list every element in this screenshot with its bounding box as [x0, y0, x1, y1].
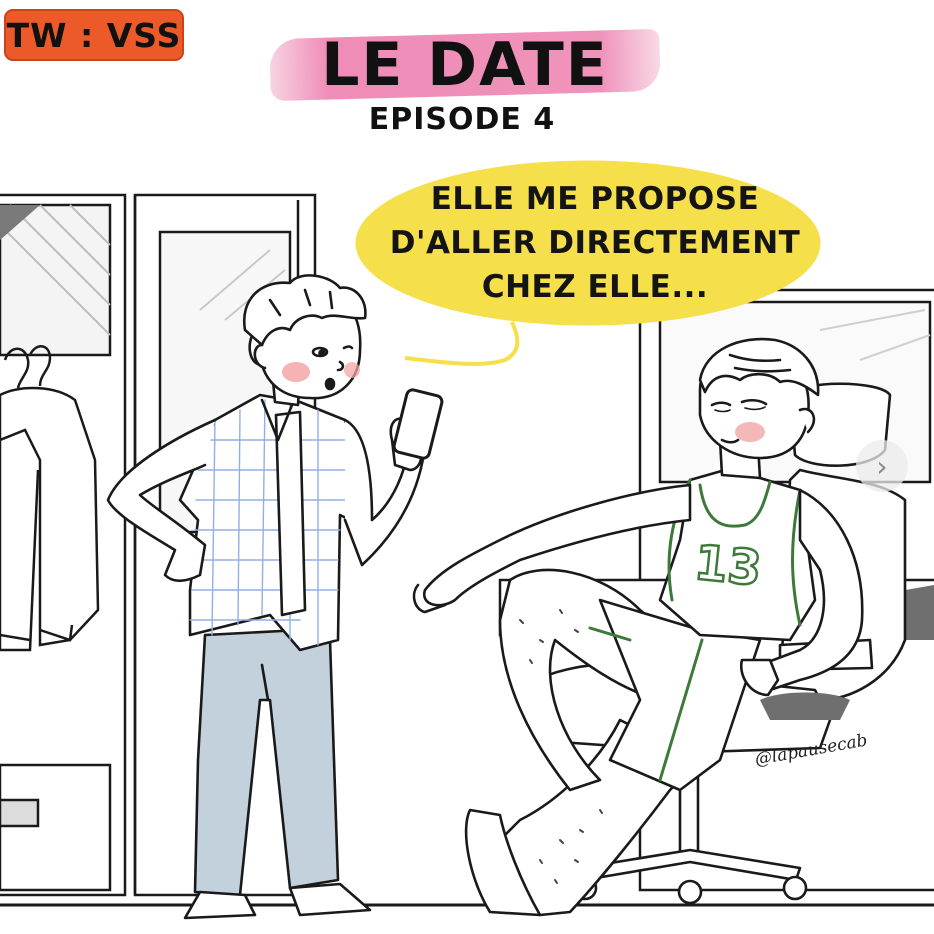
episode-label: EPISODE 4 — [368, 102, 556, 137]
comic-title: LE DATE — [321, 30, 609, 100]
jersey-number: 13 — [692, 535, 764, 598]
next-slide-button[interactable]: › — [856, 440, 908, 492]
speech-line-2: D'ALLER DIRECTEMENT — [389, 225, 801, 261]
trigger-warning-label: TW : VSS — [6, 15, 182, 55]
speech-bubble-text: ELLE ME PROPOSE D'ALLER DIRECTEMENT CHEZ… — [380, 168, 810, 318]
comic-panel: 13 TW : VSS LE DATE EPISODE 4 ELLE ME PR… — [0, 0, 934, 934]
speech-line-1: ELLE ME PROPOSE — [430, 181, 760, 217]
title-block: LE DATE — [269, 22, 670, 108]
speech-line-3: CHEZ ELLE... — [481, 269, 709, 305]
trigger-warning-badge: TW : VSS — [4, 9, 184, 61]
chevron-right-icon: › — [876, 449, 888, 483]
